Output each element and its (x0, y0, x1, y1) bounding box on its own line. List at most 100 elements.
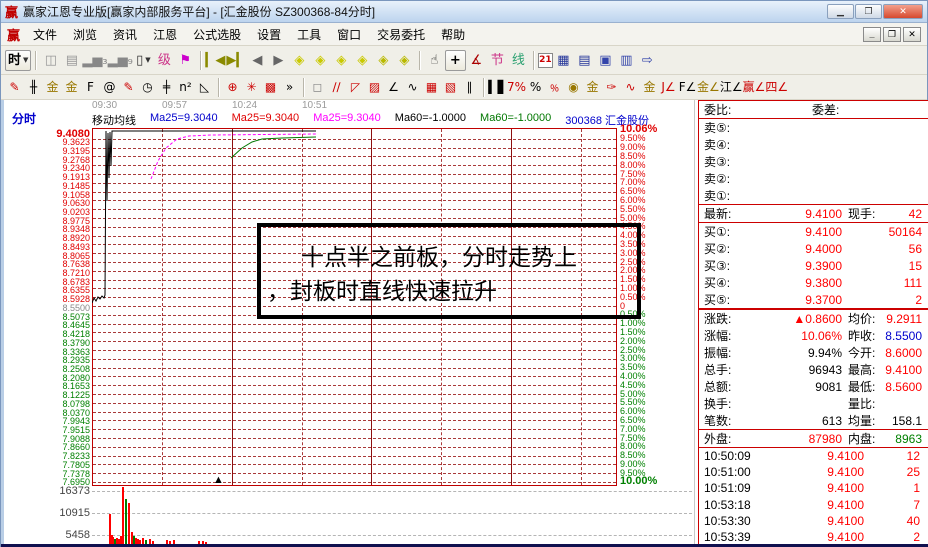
formula-icon[interactable]: 级 (154, 50, 175, 71)
save-icon[interactable]: ▣ (595, 50, 616, 71)
wave-icon[interactable]: ∿ (621, 78, 640, 97)
sell-label: 卖②: (704, 170, 750, 187)
gann-pencil-icon[interactable]: ✎ (5, 78, 24, 97)
diamond-left-icon[interactable]: ◈ (289, 50, 310, 71)
notepad-icon[interactable]: ▤ (574, 50, 595, 71)
menu-item-10[interactable]: 帮助 (433, 24, 473, 45)
fan-box-icon[interactable]: ◸ (346, 78, 365, 97)
diamond-out-icon[interactable]: ◈ (352, 50, 373, 71)
more-tools-chevron[interactable]: » (280, 78, 299, 97)
calculator-icon[interactable]: ▦ (553, 50, 574, 71)
gold-angle-icon[interactable]: 金∠ (697, 78, 720, 97)
hatch-box-icon[interactable]: ▨ (365, 78, 384, 97)
rect-tool-icon[interactable]: ◻ (308, 78, 327, 97)
gann-node-icon[interactable]: 节 (487, 50, 508, 71)
pct-axis-label: 10.06% (620, 125, 690, 134)
gold-tool-icon[interactable]: 金 (640, 78, 659, 97)
ruler-2-icon[interactable]: ╪ (157, 78, 176, 97)
pencil-2-icon[interactable]: ✎ (119, 78, 138, 97)
menu-item-3[interactable]: 资讯 (105, 24, 145, 45)
tick-time: 10:53:30 (704, 514, 776, 528)
stat-label-1: 涨跌: (704, 310, 750, 327)
stat-label-2: 均量: (848, 412, 875, 429)
bars-3-icon[interactable]: ▂▅₃ (82, 50, 107, 71)
gold-ruler-1-icon[interactable]: 金 (43, 78, 62, 97)
zigzag-icon[interactable]: ∿ (403, 78, 422, 97)
minimize-button[interactable]: ▁ (827, 4, 854, 19)
gold-circle-icon[interactable]: ◉ (564, 78, 583, 97)
diamond-expand-icon[interactable]: ◈ (373, 50, 394, 71)
prev-icon[interactable]: ◀ (247, 50, 268, 71)
target-circle-icon[interactable]: ⊕ (223, 78, 242, 97)
panel-splitter[interactable] (694, 100, 695, 544)
fan-lines-icon[interactable]: ∕∕ (327, 78, 346, 97)
time-cycle-icon[interactable]: ◷ (138, 78, 157, 97)
parallel-lines-icon[interactable]: ∥ (460, 78, 479, 97)
ruler-icon[interactable]: ╫ (24, 78, 43, 97)
target-grid-icon[interactable]: ▩ (261, 78, 280, 97)
annotation-box[interactable]: 十点半之前板，分时走势上 ，封板时直线快速拉升 (257, 223, 641, 319)
stat-row-1: 涨跌:▲0.8600均价:9.2911 (699, 310, 928, 327)
flag-icon[interactable]: ⚑ (175, 50, 196, 71)
buy-volume: 2 (842, 293, 926, 307)
bars-9-icon[interactable]: ▂▅₉ (108, 50, 133, 71)
seven-percent-icon[interactable]: 7% (507, 78, 526, 97)
menu-item-6[interactable]: 设置 (249, 24, 289, 45)
next-icon[interactable]: ▶ (268, 50, 289, 71)
menu-item-1[interactable]: 文件 (25, 24, 65, 45)
spiral-icon[interactable]: @ (100, 78, 119, 97)
angle-lines-icon[interactable]: ∠ (384, 78, 403, 97)
si-angle-icon[interactable]: 四∠ (765, 78, 788, 97)
volume-profile-icon[interactable]: ▍▋ (488, 78, 507, 97)
calendar-icon[interactable]: 21 (538, 53, 553, 68)
f-ruler-icon[interactable]: F (81, 78, 100, 97)
waipan-row: 外盘: 87980 内盘: 8963 (699, 430, 928, 447)
grid-2-icon[interactable]: ▧ (441, 78, 460, 97)
tick-time: 10:53:39 (704, 530, 776, 544)
first-page-icon[interactable]: ▎◀ (205, 50, 226, 71)
angle-measure-icon[interactable]: ∡ (466, 50, 487, 71)
gold-line-icon[interactable]: 金 (583, 78, 602, 97)
diamond-in-icon[interactable]: ◈ (331, 50, 352, 71)
target-star-icon[interactable]: ✳ (242, 78, 261, 97)
period-button[interactable]: 时▼ (5, 50, 31, 71)
menu-item-9[interactable]: 交易委托 (369, 24, 433, 45)
mdi-close-button[interactable]: ✕ (903, 27, 921, 42)
menu-item-4[interactable]: 江恩 (145, 24, 185, 45)
gann-thread-icon[interactable]: 线 (508, 50, 529, 71)
crosshair-icon[interactable]: + (445, 50, 466, 71)
buy-label: 买②: (704, 240, 750, 257)
f-angle-icon[interactable]: F∠ (678, 78, 697, 97)
diamond-right-icon[interactable]: ◈ (310, 50, 331, 71)
volume-chart-svg[interactable] (92, 486, 617, 544)
mdi-minimize-button[interactable]: _ (863, 27, 881, 42)
ying-angle-icon[interactable]: 赢∠ (743, 78, 766, 97)
jiang-angle-icon[interactable]: 江∠ (720, 78, 743, 97)
diamond-full-icon[interactable]: ◈ (394, 50, 415, 71)
menu-item-5[interactable]: 公式选股 (185, 24, 249, 45)
n-square-icon[interactable]: n² (176, 78, 195, 97)
last-page-icon[interactable]: ▶▎ (226, 50, 247, 71)
info-page-icon[interactable]: ▤ (61, 50, 82, 71)
percent-icon[interactable]: % (526, 78, 545, 97)
j-angle-icon[interactable]: J∠ (659, 78, 678, 97)
brush-icon[interactable]: ✑ (602, 78, 621, 97)
copy-icon[interactable]: ▥ (616, 50, 637, 71)
maximize-button[interactable]: ❐ (855, 4, 882, 19)
buy-row-2: 买②:9.400056 (699, 240, 928, 257)
tick-list[interactable]: 10:50:099.41001210:51:009.41002510:51:09… (699, 448, 928, 547)
grid-1-icon[interactable]: ▦ (422, 78, 441, 97)
percent-line-icon[interactable]: ﹪ (545, 78, 564, 97)
candle-style-icon[interactable]: ▯▼ (133, 50, 154, 71)
hand-icon[interactable]: ☝ (424, 50, 445, 71)
menu-item-8[interactable]: 窗口 (329, 24, 369, 45)
close-button[interactable]: ✕ (883, 4, 923, 19)
menu-item-2[interactable]: 浏览 (65, 24, 105, 45)
export-icon[interactable]: ⇨ (637, 50, 658, 71)
gold-ruler-2-icon[interactable]: 金 (62, 78, 81, 97)
menu-item-7[interactable]: 工具 (289, 24, 329, 45)
buy-volume: 111 (842, 276, 926, 290)
protractor-icon[interactable]: ◺ (195, 78, 214, 97)
mdi-restore-button[interactable]: ❐ (883, 27, 901, 42)
network-icon[interactable]: ◫ (40, 50, 61, 71)
